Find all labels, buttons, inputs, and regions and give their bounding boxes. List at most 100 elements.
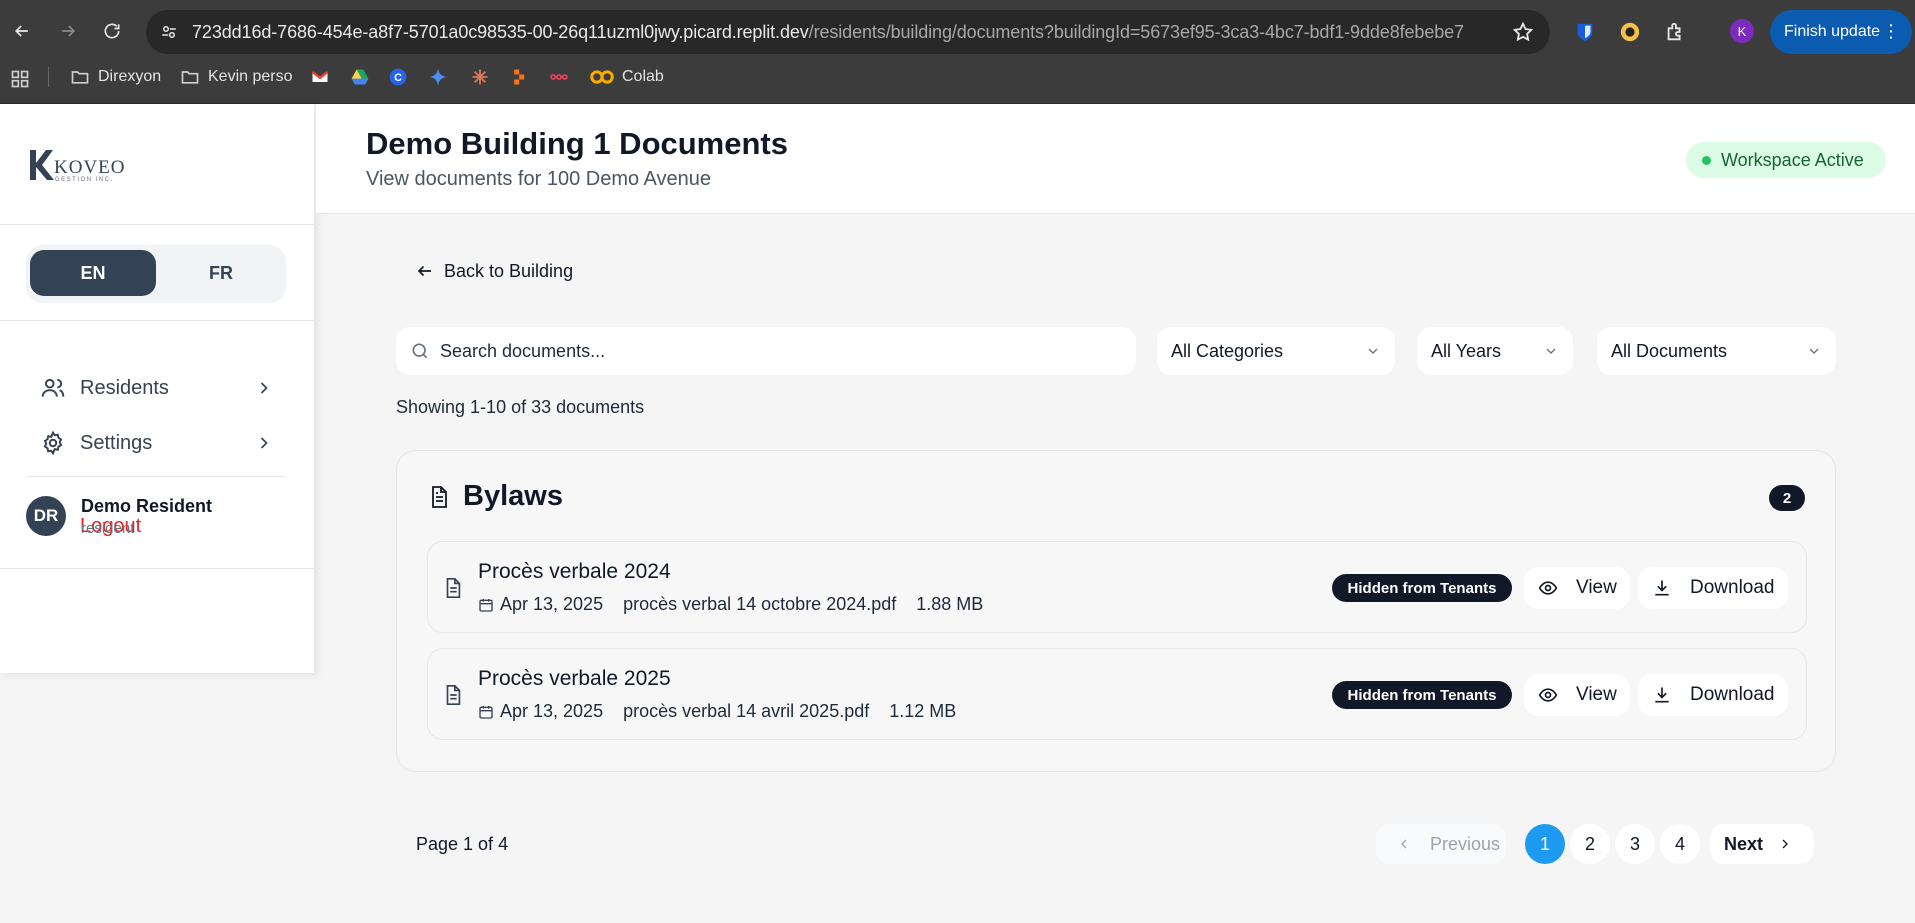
finish-update-button[interactable]: Finish update ⋮ bbox=[1770, 10, 1912, 54]
download-button[interactable]: Download bbox=[1638, 567, 1788, 609]
chevron-right-icon bbox=[260, 437, 268, 449]
back-arrow-icon[interactable] bbox=[6, 15, 38, 47]
download-label: Download bbox=[1690, 684, 1775, 705]
category-title: Bylaws bbox=[463, 480, 563, 512]
bookmark-colab[interactable]: Colab bbox=[590, 66, 664, 88]
view-button[interactable]: View bbox=[1524, 674, 1630, 716]
claude-bookmark-icon[interactable] bbox=[470, 66, 490, 88]
sidebar: KOVEO GESTION INC. EN FR Residents Setti… bbox=[0, 104, 315, 673]
forward-arrow-icon[interactable] bbox=[52, 15, 84, 47]
sidebar-item-residents[interactable]: Residents bbox=[26, 366, 286, 410]
sidebar-divider bbox=[0, 320, 315, 321]
page-button-4[interactable]: 4 bbox=[1660, 824, 1700, 864]
chevron-down-icon bbox=[1809, 348, 1819, 354]
link-bookmark-icon[interactable] bbox=[548, 66, 570, 88]
page-title: Demo Building 1 Documents bbox=[366, 126, 788, 161]
file-text-icon bbox=[446, 685, 461, 705]
users-icon bbox=[41, 378, 65, 397]
bookmark-folder-kevin-perso[interactable]: Kevin perso bbox=[180, 66, 293, 88]
profile-avatar[interactable]: K bbox=[1730, 19, 1754, 43]
bookmark-star-icon[interactable] bbox=[1512, 21, 1534, 43]
document-size: 1.88 MB bbox=[916, 594, 984, 614]
view-button[interactable]: View bbox=[1524, 567, 1630, 609]
download-icon bbox=[1655, 687, 1669, 703]
svg-text:GESTION INC.: GESTION INC. bbox=[55, 177, 114, 183]
sidebar-divider bbox=[26, 476, 286, 477]
eye-icon bbox=[1538, 688, 1558, 702]
back-to-building-link[interactable]: Back to Building bbox=[416, 258, 573, 284]
extensions-puzzle-icon[interactable] bbox=[1662, 19, 1688, 45]
page-button-2[interactable]: 2 bbox=[1570, 824, 1610, 864]
file-text-icon bbox=[446, 578, 461, 598]
hidden-from-tenants-badge: Hidden from Tenants bbox=[1332, 681, 1512, 709]
finish-update-label: Finish update bbox=[1784, 23, 1881, 40]
more-vert-icon[interactable]: ⋮ bbox=[1882, 20, 1900, 42]
user-role: resident bbox=[81, 520, 135, 537]
bitwarden-extension-icon[interactable] bbox=[1572, 19, 1598, 45]
reload-icon[interactable] bbox=[96, 15, 128, 47]
chevron-right-icon bbox=[1782, 839, 1788, 849]
google-drive-bookmark-icon[interactable] bbox=[350, 66, 370, 88]
gear-icon bbox=[43, 430, 63, 456]
browser-toolbar: 723dd16d-7686-454e-a8f7-5701a0c98535-00-… bbox=[0, 0, 1915, 64]
view-label: View bbox=[1576, 684, 1617, 705]
calendar-icon bbox=[479, 598, 493, 612]
documents-filter-select[interactable]: All Documents bbox=[1597, 327, 1836, 375]
year-filter-select[interactable]: All Years bbox=[1417, 327, 1573, 375]
folder-icon bbox=[71, 71, 89, 84]
apps-grid-icon[interactable] bbox=[10, 68, 30, 90]
document-row: Procès verbale 2025 Apr 13, 2025 procès … bbox=[427, 648, 1807, 740]
extension-sun-icon[interactable] bbox=[1617, 19, 1643, 45]
back-label: Back to Building bbox=[444, 260, 574, 281]
document-filename: procès verbal 14 octobre 2024.pdf bbox=[623, 594, 897, 614]
sidebar-divider bbox=[0, 224, 315, 225]
next-page-button[interactable]: Next bbox=[1710, 824, 1814, 864]
status-dot-icon bbox=[1702, 155, 1711, 165]
colab-icon bbox=[590, 70, 614, 84]
page-indicator: Page 1 of 4 bbox=[416, 834, 509, 854]
url-text: 723dd16d-7686-454e-a8f7-5701a0c98535-00-… bbox=[192, 22, 1464, 42]
document-date: Apr 13, 2025 bbox=[500, 701, 604, 721]
chevron-right-icon bbox=[260, 382, 268, 394]
search-box bbox=[396, 327, 1136, 375]
orange-bookmark-icon[interactable] bbox=[510, 66, 530, 88]
user-name: Demo Resident bbox=[81, 496, 213, 516]
c-bookmark-icon[interactable]: C bbox=[388, 66, 408, 88]
page-header: Demo Building 1 Documents View documents… bbox=[316, 104, 1915, 214]
bookmarks-separator bbox=[48, 67, 49, 87]
download-button[interactable]: Download bbox=[1638, 674, 1788, 716]
lang-en-button[interactable]: EN bbox=[30, 250, 156, 296]
language-toggle: EN FR bbox=[26, 245, 286, 303]
svg-text:KOVEO: KOVEO bbox=[54, 157, 126, 178]
search-icon bbox=[412, 343, 428, 359]
category-filter-select[interactable]: All Categories bbox=[1157, 327, 1395, 375]
sidebar-item-label: Settings bbox=[80, 431, 153, 454]
sidebar-divider bbox=[0, 568, 315, 569]
results-count: Showing 1-10 of 33 documents bbox=[396, 397, 645, 417]
gmail-bookmark-icon[interactable] bbox=[310, 66, 330, 88]
folder-icon bbox=[181, 71, 199, 84]
document-date: Apr 13, 2025 bbox=[500, 594, 604, 614]
document-title: Procès verbale 2025 bbox=[478, 667, 671, 690]
avatar: DR bbox=[26, 496, 66, 536]
document-size: 1.12 MB bbox=[889, 701, 957, 721]
koveo-logo: KOVEO GESTION INC. bbox=[28, 144, 138, 188]
sidebar-item-label: Residents bbox=[80, 376, 169, 399]
download-icon bbox=[1655, 580, 1669, 596]
lang-fr-button[interactable]: FR bbox=[160, 250, 282, 296]
documents-filter-value: All Documents bbox=[1611, 340, 1728, 361]
previous-label: Previous bbox=[1430, 833, 1501, 854]
search-input[interactable] bbox=[440, 327, 1120, 375]
page-button-1[interactable]: 1 bbox=[1525, 824, 1565, 864]
previous-page-button[interactable]: Previous bbox=[1376, 824, 1506, 864]
sidebar-item-settings[interactable]: Settings bbox=[26, 421, 286, 465]
address-bar[interactable]: 723dd16d-7686-454e-a8f7-5701a0c98535-00-… bbox=[146, 10, 1550, 54]
site-settings-icon[interactable] bbox=[158, 21, 180, 43]
page-button-3[interactable]: 3 bbox=[1615, 824, 1655, 864]
file-text-icon bbox=[432, 486, 447, 508]
view-label: View bbox=[1576, 577, 1617, 598]
document-meta: Apr 13, 2025 procès verbal 14 octobre 20… bbox=[478, 594, 983, 615]
bookmark-folder-direxyon[interactable]: Direxyon bbox=[70, 66, 161, 88]
gemini-bookmark-icon[interactable] bbox=[428, 66, 448, 88]
hidden-from-tenants-badge: Hidden from Tenants bbox=[1332, 574, 1512, 602]
